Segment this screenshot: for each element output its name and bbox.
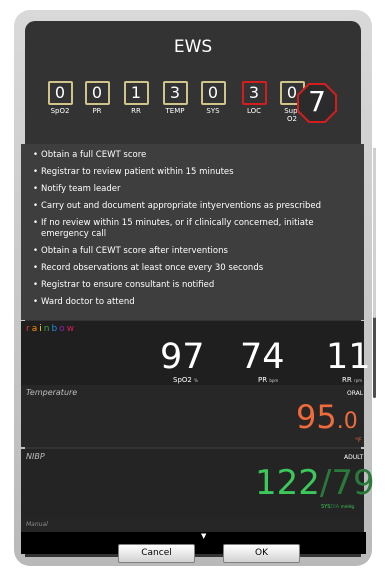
spo2-value: 97 [160,337,205,377]
list-item: Record observations at least once every … [21,263,364,274]
nibp-dia: 79 [331,463,375,503]
rainbow-logo-letter: o [59,324,67,334]
nibp-sublabel: SYSDIA mmHg [321,504,354,510]
page-title: EWS [173,37,213,57]
nibp-sys-label: SYS [321,504,331,510]
ok-button[interactable]: OK [223,544,300,563]
instructions-list: Obtain a full CEWT score Registrar to re… [21,150,364,308]
rainbow-logo-letter: w [66,324,77,334]
pr-label-text: PR [258,376,268,384]
rr-value: 11 [326,337,371,377]
list-item: Ward doctor to attend [21,297,364,308]
manual-panel[interactable] [21,519,364,532]
pr-unit: bpm [269,378,279,383]
pr-label: PR bpm [258,376,278,384]
spo2-label-text: SpO2 [173,376,192,384]
spo2-unit: % [194,378,198,383]
temperature-value: 95.0 [296,400,358,440]
pr-value: 74 [240,337,285,377]
nibp-mode: ADULT [344,454,364,461]
list-item: If no review within 15 minutes, or if cl… [21,218,364,240]
rr-label: RR rpm [342,376,362,384]
score-value: 1 [123,81,149,105]
score-value: 0 [200,81,226,105]
temperature-site: ORAL [347,390,364,397]
nibp-sys: 122 [255,463,320,503]
rr-label-text: RR [342,376,352,384]
list-item: Obtain a full CEWT score after intervent… [21,246,364,257]
temperature-value-int: 95 [296,398,337,436]
nibp-label: NIBP [26,452,45,461]
score-label: SYS [206,107,220,115]
nibp-unit: mmHg [340,504,355,509]
scrollbar-thumb[interactable] [373,148,376,318]
cancel-button[interactable]: Cancel [118,544,195,563]
score-label: RR [131,107,141,115]
score-value: 3 [162,81,188,105]
rainbow-logo: rainbow [26,324,76,334]
nibp-value: 122/79 [255,465,375,501]
rainbow-logo-letter: b [51,324,60,334]
score-rr[interactable]: 1 RR [114,81,158,115]
instructions-panel[interactable]: Obtain a full CEWT score Registrar to re… [21,144,364,320]
list-item: Obtain a full CEWT score [21,150,364,161]
temperature-label: Temperature [26,388,78,397]
score-label: PR [92,107,102,115]
rr-unit: rpm [353,378,363,383]
list-item: Notify team leader [21,184,364,195]
total-score[interactable]: 7 [297,83,337,123]
score-value: 3 [241,81,267,105]
list-item: Registrar to ensure consultant is notifi… [21,280,364,291]
nibp-separator: / [319,463,332,503]
nibp-dia-label: DIA [330,504,340,510]
scroll-down-icon[interactable]: ▼ [201,532,206,540]
spo2-label: SpO2 % [173,376,198,384]
manual-label: Manual [26,521,48,528]
score-value: 0 [84,81,110,105]
total-score-value: 7 [308,85,326,118]
score-pr[interactable]: 0 PR [75,81,119,115]
temperature-unit: °F [355,437,362,444]
score-value: 0 [47,81,73,105]
list-item: Carry out and document appropriate intye… [21,201,364,212]
list-item: Registrar to review patient within 15 mi… [21,167,364,178]
temperature-value-dec: .0 [336,409,358,434]
score-sys[interactable]: 0 SYS [191,81,235,115]
